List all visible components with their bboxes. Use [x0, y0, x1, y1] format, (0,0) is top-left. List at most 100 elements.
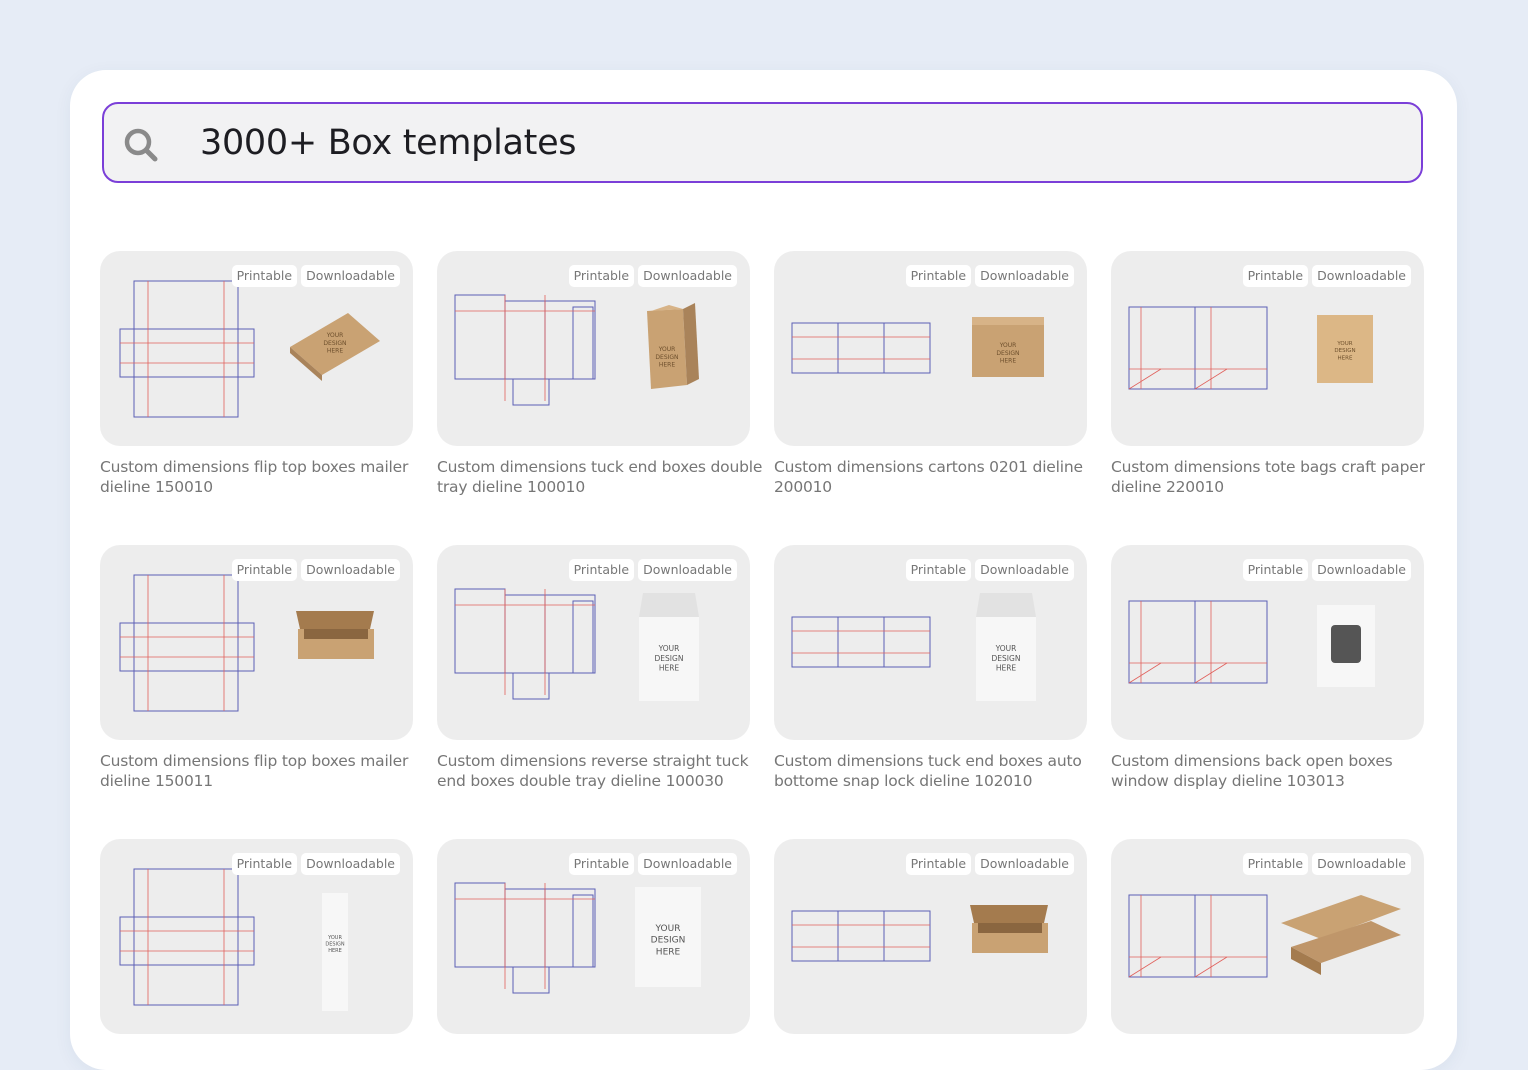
printable-badge: Printable — [231, 559, 298, 581]
template-thumbnail[interactable]: Printable Downloadable — [100, 545, 413, 740]
template-card[interactable]: YOUR DESIGN HERE Printable Downloadable Cu… — [1111, 251, 1425, 497]
downloadable-badge: Downloadable — [1312, 853, 1411, 875]
badge-group: Printable Downloadable — [905, 265, 1074, 287]
printable-badge: Printable — [905, 265, 972, 287]
printable-badge: Printable — [568, 265, 635, 287]
dieline-drawing — [791, 616, 931, 668]
template-thumbnail[interactable]: YOUR DESIGN HERE Printable Downloadable — [1111, 251, 1424, 446]
printable-badge: Printable — [568, 853, 635, 875]
downloadable-badge: Downloadable — [638, 559, 737, 581]
svg-text:HERE: HERE — [327, 348, 343, 355]
dieline-drawing — [119, 868, 255, 1006]
badge-group: Printable Downloadable — [231, 265, 400, 287]
template-title[interactable]: Custom dimensions tuck end boxes double … — [437, 457, 767, 497]
box-mockup-image: YOURDESIGNHERE — [976, 593, 1036, 701]
printable-badge: Printable — [1242, 559, 1309, 581]
dieline-drawing — [1128, 306, 1268, 390]
dieline-drawing — [791, 322, 931, 374]
template-title[interactable]: Custom dimensions tote bags craft paper … — [1111, 457, 1441, 497]
badge-group: Printable Downloadable — [231, 853, 400, 875]
box-mockup-image — [1317, 605, 1375, 687]
search-bar[interactable] — [102, 102, 1423, 183]
template-thumbnail[interactable]: YOUR DESIGN HERE Printable Downloadable — [774, 251, 1087, 446]
search-input[interactable] — [200, 104, 1380, 181]
downloadable-badge: Downloadable — [975, 559, 1074, 581]
template-card[interactable]: Printable Downloadable Custom dimensions… — [100, 545, 413, 791]
printable-badge: Printable — [905, 853, 972, 875]
template-panel: YOURDESIGNHERE Printable Downloadable Cu… — [70, 70, 1457, 1070]
downloadable-badge: Downloadable — [975, 265, 1074, 287]
template-thumbnail[interactable]: YOUR DESIGN HERE Printable Downloadable — [437, 839, 750, 1034]
svg-text:HERE: HERE — [1000, 358, 1016, 365]
search-icon[interactable] — [122, 126, 160, 164]
downloadable-badge: Downloadable — [301, 559, 400, 581]
template-card[interactable]: YOUR DESIGN HERE Printable Downloadable Cu… — [437, 545, 750, 791]
printable-badge: Printable — [231, 853, 298, 875]
template-thumbnail[interactable]: YOUR DESIGN HERE Printable Downloadable — [437, 251, 750, 446]
printable-badge: Printable — [1242, 853, 1309, 875]
template-card[interactable]: YOUR DESIGN HERE Printable Downloadable Cu… — [774, 251, 1087, 497]
svg-text:DESIGN: DESIGN — [655, 354, 678, 361]
template-card[interactable]: YOUR DESIGN HERE Printable Downloadable Cu… — [774, 545, 1087, 791]
box-mockup-image — [970, 905, 1048, 953]
badge-group: Printable Downloadable — [1242, 853, 1411, 875]
svg-text:YOUR: YOUR — [995, 644, 1017, 653]
dieline-drawing — [1128, 600, 1268, 684]
dieline-drawing — [454, 882, 596, 994]
template-thumbnail[interactable]: YOUR DESIGN HERE Printable Downloadable — [100, 839, 413, 1034]
svg-text:YOUR: YOUR — [1336, 341, 1352, 347]
template-card[interactable]: YOUR DESIGN HERE Printable Downloadable — [437, 839, 750, 1045]
dieline-drawing — [119, 574, 255, 712]
template-thumbnail[interactable]: Printable Downloadable — [1111, 545, 1424, 740]
box-mockup-image: YOURDESIGNHERE — [290, 313, 380, 381]
template-title[interactable]: Custom dimensions tuck end boxes auto bo… — [774, 751, 1104, 791]
svg-text:YOUR: YOUR — [658, 346, 676, 353]
downloadable-badge: Downloadable — [301, 853, 400, 875]
dieline-drawing — [454, 588, 596, 700]
template-card[interactable]: YOUR DESIGN HERE Printable Downloadable — [100, 839, 413, 1045]
template-card[interactable]: Printable Downloadable — [774, 839, 1087, 1045]
badge-group: Printable Downloadable — [1242, 559, 1411, 581]
printable-badge: Printable — [905, 559, 972, 581]
template-card[interactable]: YOUR DESIGN HERE Printable Downloadable Cu… — [100, 251, 413, 497]
template-title[interactable]: Custom dimensions back open boxes window… — [1111, 751, 1441, 791]
template-card[interactable]: Printable Downloadable — [1111, 839, 1424, 1045]
svg-text:YOUR: YOUR — [327, 935, 342, 941]
dieline-drawing — [1128, 894, 1268, 978]
printable-badge: Printable — [568, 559, 635, 581]
template-thumbnail[interactable]: YOUR DESIGN HERE Printable Downloadable — [437, 545, 750, 740]
svg-text:HERE: HERE — [996, 664, 1017, 673]
badge-group: Printable Downloadable — [905, 853, 1074, 875]
downloadable-badge: Downloadable — [638, 265, 737, 287]
badge-group: Printable Downloadable — [568, 559, 737, 581]
template-thumbnail[interactable]: Printable Downloadable — [774, 839, 1087, 1034]
template-title[interactable]: Custom dimensions reverse straight tuck … — [437, 751, 767, 791]
template-thumbnail[interactable]: YOUR DESIGN HERE Printable Downloadable — [774, 545, 1087, 740]
template-thumbnail[interactable]: Printable Downloadable — [1111, 839, 1424, 1034]
svg-text:YOUR: YOUR — [655, 924, 681, 934]
svg-text:YOUR: YOUR — [999, 342, 1017, 349]
downloadable-badge: Downloadable — [638, 853, 737, 875]
template-thumbnail[interactable]: YOUR DESIGN HERE Printable Downloadable — [100, 251, 413, 446]
svg-text:HERE: HERE — [656, 947, 681, 957]
box-mockup-image: YOURDESIGNHERE — [322, 893, 348, 1011]
printable-badge: Printable — [1242, 265, 1309, 287]
template-card[interactable]: YOUR DESIGN HERE Printable Downloadable Cu… — [437, 251, 762, 497]
template-title[interactable]: Custom dimensions flip top boxes mailer … — [100, 751, 430, 791]
downloadable-badge: Downloadable — [301, 265, 400, 287]
badge-group: Printable Downloadable — [568, 265, 737, 287]
dieline-drawing — [119, 280, 255, 418]
box-mockup-image: YOURDESIGNHERE — [639, 593, 699, 701]
svg-text:DESIGN: DESIGN — [651, 936, 686, 946]
template-title[interactable]: Custom dimensions flip top boxes mailer … — [100, 457, 430, 497]
template-card[interactable]: Printable Downloadable Custom dimensions… — [1111, 545, 1424, 791]
box-mockup-image — [296, 611, 374, 659]
svg-text:DESIGN: DESIGN — [1334, 348, 1355, 354]
svg-text:HERE: HERE — [328, 948, 342, 954]
template-title[interactable]: Custom dimensions cartons 0201 dieline 2… — [774, 457, 1104, 497]
badge-group: Printable Downloadable — [1242, 265, 1411, 287]
svg-text:YOUR: YOUR — [326, 332, 344, 339]
downloadable-badge: Downloadable — [975, 853, 1074, 875]
box-mockup-image: YOUR DESIGNHERE — [635, 887, 701, 987]
dieline-drawing — [454, 294, 596, 406]
